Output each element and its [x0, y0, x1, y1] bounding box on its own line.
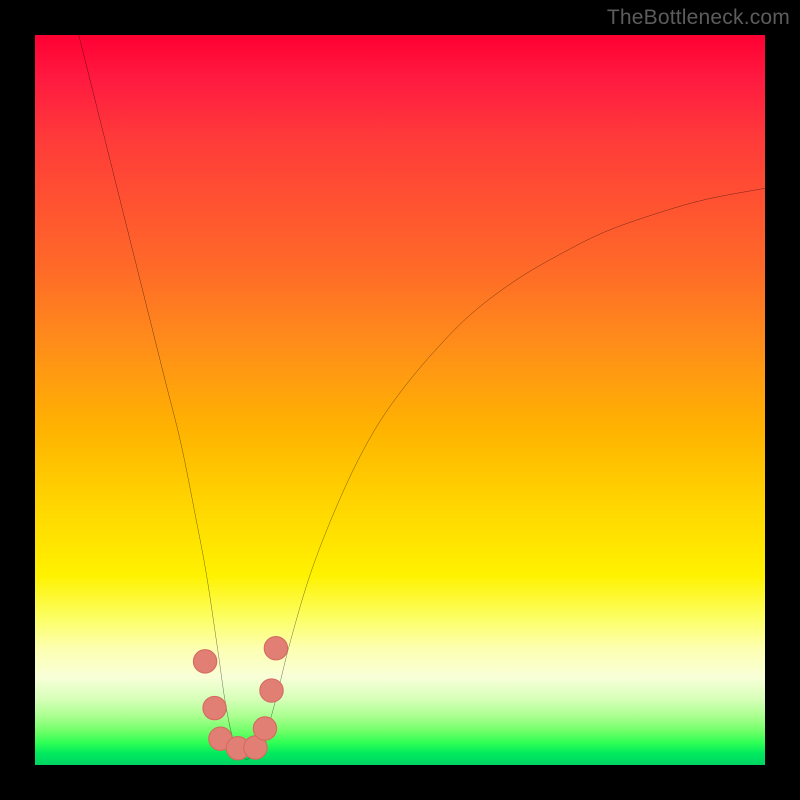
- plot-area: [35, 35, 765, 765]
- curve-layer: [35, 35, 765, 765]
- bottleneck-curve: [79, 35, 765, 759]
- marker-dot: [260, 679, 283, 702]
- chart-frame: TheBottleneck.com: [0, 0, 800, 800]
- marker-dot: [193, 650, 216, 673]
- marker-dot: [203, 696, 226, 719]
- marker-dot: [253, 717, 276, 740]
- watermark-text: TheBottleneck.com: [607, 6, 790, 30]
- highlight-markers: [193, 637, 287, 760]
- marker-dot: [264, 637, 287, 660]
